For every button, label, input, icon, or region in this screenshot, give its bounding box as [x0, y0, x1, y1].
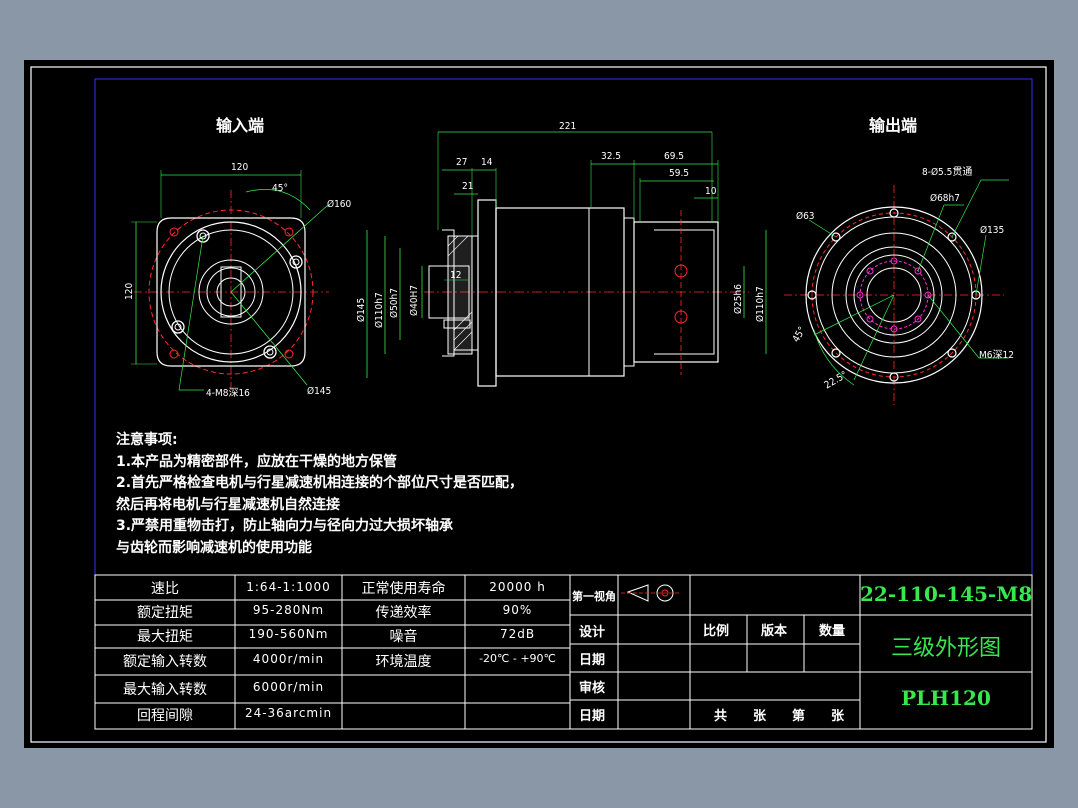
- model-name: PLH120: [901, 686, 991, 710]
- dim-output-d68: Ø68h7: [930, 193, 960, 204]
- dim-output-holes8: 8-Ø5.5贯通: [922, 167, 973, 178]
- spec-value: 90%: [502, 603, 533, 617]
- dim-output-d63: Ø63: [796, 211, 815, 222]
- dim-phi110-output: Ø110h7: [755, 286, 766, 322]
- spec-value: -20℃ - +90℃: [479, 652, 556, 665]
- dim-27: 27: [456, 157, 468, 168]
- spec-value: 95-280Nm: [252, 603, 325, 617]
- tb-projection: 第一视角: [572, 590, 616, 603]
- dim-input-d160: Ø160: [327, 199, 352, 210]
- output-view-title: 输出端: [869, 116, 918, 135]
- tb-version: 版本: [761, 624, 788, 639]
- dim-phi145: Ø145: [356, 297, 367, 322]
- dim-input-height: 120: [124, 282, 135, 300]
- spec-value: 24-36arcmin: [244, 706, 333, 720]
- tb-review: 审核: [579, 681, 606, 696]
- spec-key: 环境温度: [375, 654, 432, 670]
- dim-21: 21: [462, 181, 474, 192]
- spec-value: 6000r/min: [252, 680, 325, 694]
- dim-output-m6: M6深12: [979, 350, 1014, 361]
- dim-input-width: 120: [231, 162, 249, 173]
- spec-key: 正常使用寿命: [361, 581, 446, 597]
- input-view-title: 输入端: [216, 116, 265, 135]
- dim-total-length: 221: [559, 121, 577, 132]
- dim-input-d145: Ø145: [307, 386, 332, 397]
- tb-quantity: 数量: [819, 624, 846, 639]
- output-end-view: [784, 179, 1009, 405]
- dim-phi110-input: Ø110h7: [374, 292, 385, 328]
- spec-key: 噪音: [389, 629, 418, 645]
- tb-scale: 比例: [703, 624, 730, 639]
- note-line: 3.严禁用重物击打，防止轴向力与径向力过大损坏轴承: [116, 518, 454, 534]
- dim-32-5: 32.5: [601, 151, 622, 162]
- spec-value: 190-560Nm: [248, 627, 329, 641]
- spec-key: 最大输入转数: [123, 682, 207, 698]
- note-line: 1.本产品为精密部件，应放在干燥的地方保管: [116, 453, 398, 470]
- dim-69-5: 69.5: [664, 151, 685, 162]
- spec-value: 4000r/min: [252, 652, 325, 666]
- tb-sheets: 共 张 第 张: [714, 709, 845, 724]
- notes-title: 注意事项:: [116, 432, 178, 448]
- dim-phi25: Ø25h6: [733, 284, 744, 314]
- tb-date1: 日期: [579, 653, 606, 668]
- spec-value: 20000 h: [489, 580, 546, 594]
- dim-input-angle: 45°: [272, 183, 288, 194]
- spec-key: 回程间隙: [137, 708, 193, 724]
- spec-key: 速比: [151, 581, 179, 597]
- tb-design: 设计: [579, 625, 606, 640]
- notes-block: 注意事项: 1.本产品为精密部件，应放在干燥的地方保管 2.首先严格检查电机与行…: [116, 430, 523, 559]
- spec-value: 72dB: [499, 627, 536, 641]
- input-end-view: [131, 170, 329, 395]
- dim-output-d135: Ø135: [980, 225, 1005, 236]
- spec-key: 传递效率: [375, 605, 432, 621]
- spec-key: 最大扭矩: [137, 629, 193, 645]
- dim-input-holes: 4-M8深16: [206, 388, 250, 399]
- dim-10: 10: [705, 186, 717, 197]
- note-line: 2.首先严格检查电机与行星减速机相连接的个部位尺寸是否匹配，: [116, 475, 524, 491]
- tb-date2: 日期: [579, 709, 606, 724]
- spec-key: 额定输入转数: [123, 654, 207, 670]
- dim-12: 12: [450, 270, 462, 281]
- spec-value: 1:64-1:1000: [246, 580, 331, 594]
- drawing-name: 三级外形图: [890, 636, 1001, 661]
- dim-14: 14: [481, 157, 493, 168]
- note-line: 与齿轮而影响减速机的使用功能: [116, 539, 312, 556]
- side-view: [366, 131, 767, 387]
- drawing-number: 22-110-145-M8: [860, 582, 1033, 606]
- spec-key: 额定扭矩: [137, 605, 193, 621]
- dim-phi40: Ø40H7: [409, 284, 420, 316]
- note-line: 然后再将电机与行星减速机自然连接: [116, 496, 340, 513]
- drawing-sheet: 输入端 输出端 120 120 45° Ø160 Ø145 4-M8深16 22…: [24, 60, 1054, 748]
- dim-phi50: Ø50h7: [389, 288, 400, 318]
- projection-symbol: [621, 584, 679, 602]
- dim-59-5: 59.5: [669, 168, 690, 179]
